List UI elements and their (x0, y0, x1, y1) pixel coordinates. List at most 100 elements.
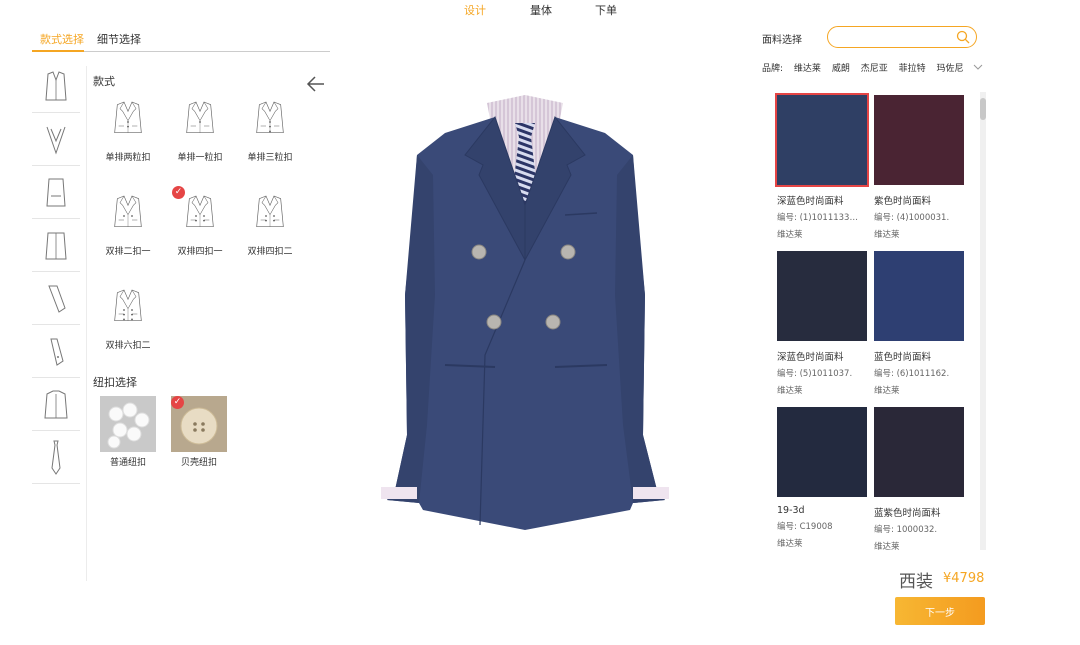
fabric-swatch[interactable] (874, 95, 964, 185)
fabric-swatch[interactable] (777, 251, 867, 341)
tab-detail-select[interactable]: 细节选择 (97, 31, 141, 47)
fabric-card[interactable]: 蓝紫色时尚面料 编号: 1000032. 维达莱 (874, 407, 966, 552)
product-name: 西装 (899, 572, 933, 592)
check-icon: ✓ (172, 186, 185, 199)
fabric-swatch[interactable] (777, 407, 867, 497)
fabric-search (827, 26, 977, 50)
fabric-name: 蓝紫色时尚面料 (874, 508, 941, 519)
shirt-icon (44, 390, 68, 419)
tab-active-indicator (32, 50, 84, 52)
fabric-card[interactable]: 深蓝色时尚面料 编号: (1)1011133… 维达莱 (775, 93, 869, 240)
jacket-style-icon (114, 289, 142, 321)
fabric-name: 蓝色时尚面料 (874, 352, 932, 363)
sidebar-divider (86, 66, 87, 581)
fabric-name: 19-3d (777, 505, 805, 516)
jacket-style-icon (114, 195, 142, 227)
category-pocket[interactable] (32, 168, 80, 219)
style-option[interactable]: 双排四扣二 (240, 186, 300, 257)
back-arrow-icon[interactable] (306, 75, 326, 93)
style-option-label: 双排四扣二 (247, 247, 293, 257)
style-option-label: 双排四扣一 (177, 247, 223, 257)
category-back[interactable] (32, 221, 80, 272)
style-option[interactable]: 双排四扣一 ✓ (170, 186, 230, 257)
fabric-code: 编号: (6)1011162. (874, 369, 950, 379)
fabric-card[interactable]: 紫色时尚面料 编号: (4)1000031. 维达莱 (874, 95, 966, 240)
jacket-style-icon (256, 101, 284, 133)
product-price: ¥4798 (943, 571, 985, 586)
jacket-style-icon (256, 195, 284, 227)
button-option-label: 普通纽扣 (109, 458, 146, 468)
button-section-title: 纽扣选择 (93, 376, 137, 389)
fabric-name: 紫色时尚面料 (874, 196, 932, 207)
fabric-card[interactable]: 蓝色时尚面料 编号: (6)1011162. 维达莱 (874, 251, 966, 396)
suit-preview (381, 95, 669, 530)
category-sleeve[interactable] (32, 274, 80, 325)
regular-buttons-image (100, 396, 156, 452)
pocket-icon (46, 178, 66, 207)
fabric-card[interactable]: 深蓝色时尚面料 编号: (5)1011037. 维达莱 (777, 251, 869, 396)
brand-option[interactable]: 威朗 (832, 64, 850, 74)
brand-filter: 品牌: 维达莱 威朗 杰尼亚 菲拉特 玛佐尼 (762, 61, 972, 74)
style-option-label: 单排两粒扣 (105, 153, 151, 163)
style-option[interactable]: 单排两粒扣 (98, 92, 158, 163)
fabric-search-input[interactable] (836, 29, 960, 50)
button-option-shell[interactable]: ✓ 贝壳纽扣 (170, 396, 228, 468)
tab-style-select[interactable]: 款式选择 (40, 31, 84, 47)
sleeve-icon (48, 285, 66, 313)
fabric-swatch[interactable] (874, 251, 964, 341)
category-lapel[interactable] (32, 115, 80, 166)
category-jacket[interactable] (32, 62, 80, 113)
fabric-code: 编号: (4)1000031. (874, 213, 950, 223)
fabric-brand: 维达莱 (874, 386, 900, 396)
jacket-style-icon (114, 101, 142, 133)
style-option[interactable]: 单排三粒扣 (240, 92, 300, 163)
next-step-button[interactable]: 下一步 (895, 597, 985, 625)
search-icon[interactable] (956, 30, 970, 44)
fabric-code: 编号: (5)1011037. (777, 369, 853, 379)
jacket-back-icon (45, 232, 67, 260)
fabric-code: 编号: 1000032. (874, 525, 938, 535)
style-option-label: 双排二扣一 (105, 247, 151, 257)
style-option[interactable]: 双排六扣二 (98, 280, 158, 351)
category-tie[interactable] (32, 433, 80, 484)
check-icon: ✓ (171, 396, 184, 409)
fabric-brand: 维达莱 (874, 230, 900, 240)
fabric-scrollbar[interactable] (980, 92, 986, 550)
lapel-icon (46, 126, 66, 155)
top-nav: 设计 量体 下单 (0, 0, 1080, 20)
fabric-card[interactable]: 19-3d 编号: C19008 维达莱 (777, 407, 869, 549)
style-option-label: 单排三粒扣 (247, 153, 293, 163)
fabric-brand: 维达莱 (874, 542, 900, 552)
brand-label: 品牌: (762, 64, 784, 74)
jacket-style-icon (186, 195, 214, 227)
jacket-icon (45, 71, 67, 101)
fabric-brand: 维达莱 (777, 230, 803, 240)
chevron-down-icon[interactable] (973, 63, 983, 71)
nav-design[interactable]: 设计 (464, 2, 486, 18)
fabric-swatch[interactable] (775, 93, 869, 187)
category-shirt[interactable] (32, 380, 80, 431)
fabric-panel-title: 面料选择 (762, 35, 802, 46)
button-option-label: 贝壳纽扣 (180, 458, 217, 468)
brand-option[interactable]: 杰尼亚 (861, 64, 888, 74)
fabric-brand: 维达莱 (777, 386, 803, 396)
fabric-code: 编号: (1)1011133… (777, 213, 858, 223)
style-option[interactable]: 单排一粒扣 (170, 92, 230, 163)
category-cuff[interactable] (32, 327, 80, 378)
fabric-swatch[interactable] (874, 407, 964, 497)
fabric-name: 深蓝色时尚面料 (777, 352, 844, 363)
nav-order[interactable]: 下单 (595, 2, 617, 18)
brand-option[interactable]: 维达莱 (794, 64, 821, 74)
nav-measure[interactable]: 量体 (530, 2, 552, 18)
fabric-brand: 维达莱 (777, 539, 803, 549)
brand-option[interactable]: 玛佐尼 (936, 64, 963, 74)
fabric-name: 深蓝色时尚面料 (777, 196, 844, 207)
style-option-label: 单排一粒扣 (177, 153, 223, 163)
fabric-scrollbar-thumb[interactable] (980, 98, 986, 120)
button-option-regular[interactable]: 普通纽扣 (99, 396, 157, 468)
style-section-title: 款式 (93, 75, 115, 88)
style-option[interactable]: 双排二扣一 (98, 186, 158, 257)
cuff-icon (50, 338, 64, 366)
brand-option[interactable]: 菲拉特 (899, 64, 926, 74)
jacket-style-icon (186, 101, 214, 133)
